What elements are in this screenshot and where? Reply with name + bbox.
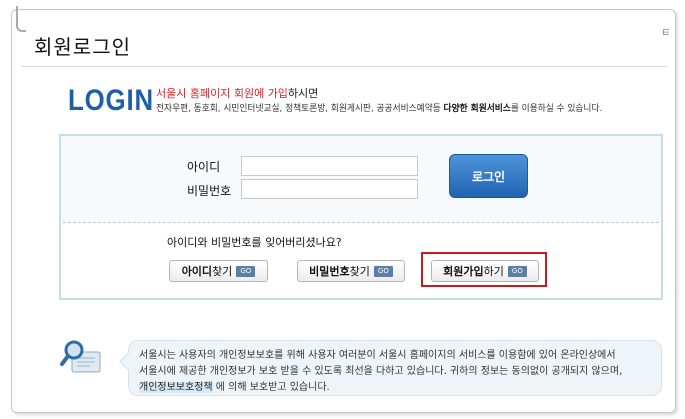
password-input[interactable] xyxy=(241,179,418,199)
intro-headline-highlight: 서울시 홈페이지 회원에 가입 xyxy=(156,87,288,100)
title-divider xyxy=(22,66,667,67)
notice-line-2: 서울시에 제공한 개인정보가 보호 받을 수 있도록 최선을 다하고 있습니다.… xyxy=(139,366,623,377)
find-password-label: 비밀번호 xyxy=(309,265,350,278)
edge-glyph: ㅌ xyxy=(660,26,671,39)
intro-services-bold: 다양한 회원서비스 xyxy=(443,104,511,114)
privacy-notice: 서울시는 사용자의 개인정보보호를 위해 사용자 여러분이 서울시 홈페이지의 … xyxy=(119,340,662,396)
signup-highlight-box xyxy=(421,252,547,287)
page-title: 회원로그인 xyxy=(34,35,131,59)
magnifier-document-icon xyxy=(60,340,101,373)
notice-line-3: 개인정보보호정책 에 의해 보호받고 있습니다. xyxy=(139,378,330,393)
password-label: 비밀번호 xyxy=(187,184,232,198)
dashed-divider xyxy=(63,222,659,223)
intro-services: 전자우편, 동호회, 시민인터넷교실, 정책토론방, 회원게시판, 공공서비스예… xyxy=(156,101,602,114)
find-id-suffix: 찾기 xyxy=(212,265,233,278)
go-icon: GO xyxy=(236,265,256,277)
find-id-label: 아이디 xyxy=(181,265,213,278)
find-password-suffix: 찾기 xyxy=(349,265,370,278)
privacy-policy-link[interactable]: 개인정보보호정책 xyxy=(139,382,213,393)
login-logo: LOGIN xyxy=(68,84,154,117)
login-box: 아이디 비밀번호 로그인 아이디와 비밀번호를 잊어버리셨나요? 아이디 찾기 G… xyxy=(59,134,663,300)
id-input[interactable] xyxy=(241,156,418,176)
find-id-button[interactable]: 아이디 찾기 GO xyxy=(169,260,268,282)
forgot-question: 아이디와 비밀번호를 잊어버리셨나요? xyxy=(167,236,342,249)
intro-headline-rest: 하시면 xyxy=(287,87,319,100)
intro-headline: 서울시 홈페이지 회원에 가입하시면 xyxy=(156,85,318,101)
go-icon: GO xyxy=(373,265,393,277)
notice-line-1: 서울시는 사용자의 개인정보보호를 위해 사용자 여러분이 서울시 홈페이지의 … xyxy=(139,350,616,361)
id-label: 아이디 xyxy=(187,160,221,174)
intro-services-text: 전자우편, 동호회, 시민인터넷교실, 정책토론방, 회원게시판, 공공서비스예… xyxy=(156,104,444,114)
notice-line-3-text: 에 의해 보호받고 있습니다. xyxy=(215,382,330,393)
login-button[interactable]: 로그인 xyxy=(449,154,528,198)
find-password-button[interactable]: 비밀번호 찾기 GO xyxy=(297,260,405,282)
frame-corner-mark xyxy=(16,6,26,32)
intro-services-end: 를 이용하실 수 있습니다. xyxy=(510,104,603,114)
